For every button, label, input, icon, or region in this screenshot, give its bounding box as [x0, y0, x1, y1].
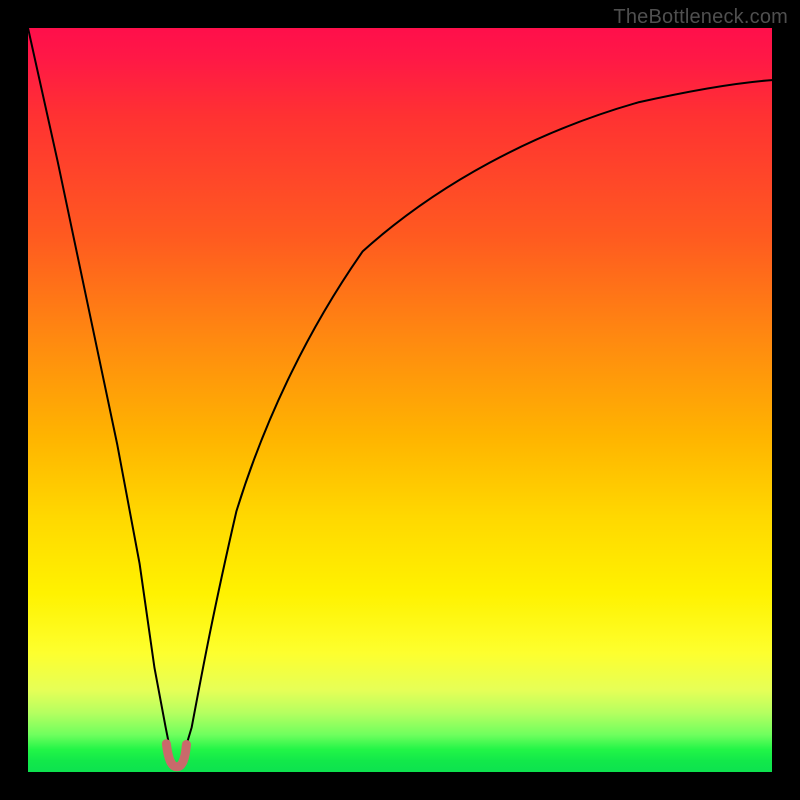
outer-frame: TheBottleneck.com: [0, 0, 800, 800]
min-marker: [166, 744, 186, 767]
bottleneck-curve-overlay: [28, 28, 772, 765]
plot-area: [28, 28, 772, 772]
bottleneck-curve: [28, 28, 772, 765]
curve-layer: [28, 28, 772, 772]
watermark-text: TheBottleneck.com: [613, 6, 788, 29]
